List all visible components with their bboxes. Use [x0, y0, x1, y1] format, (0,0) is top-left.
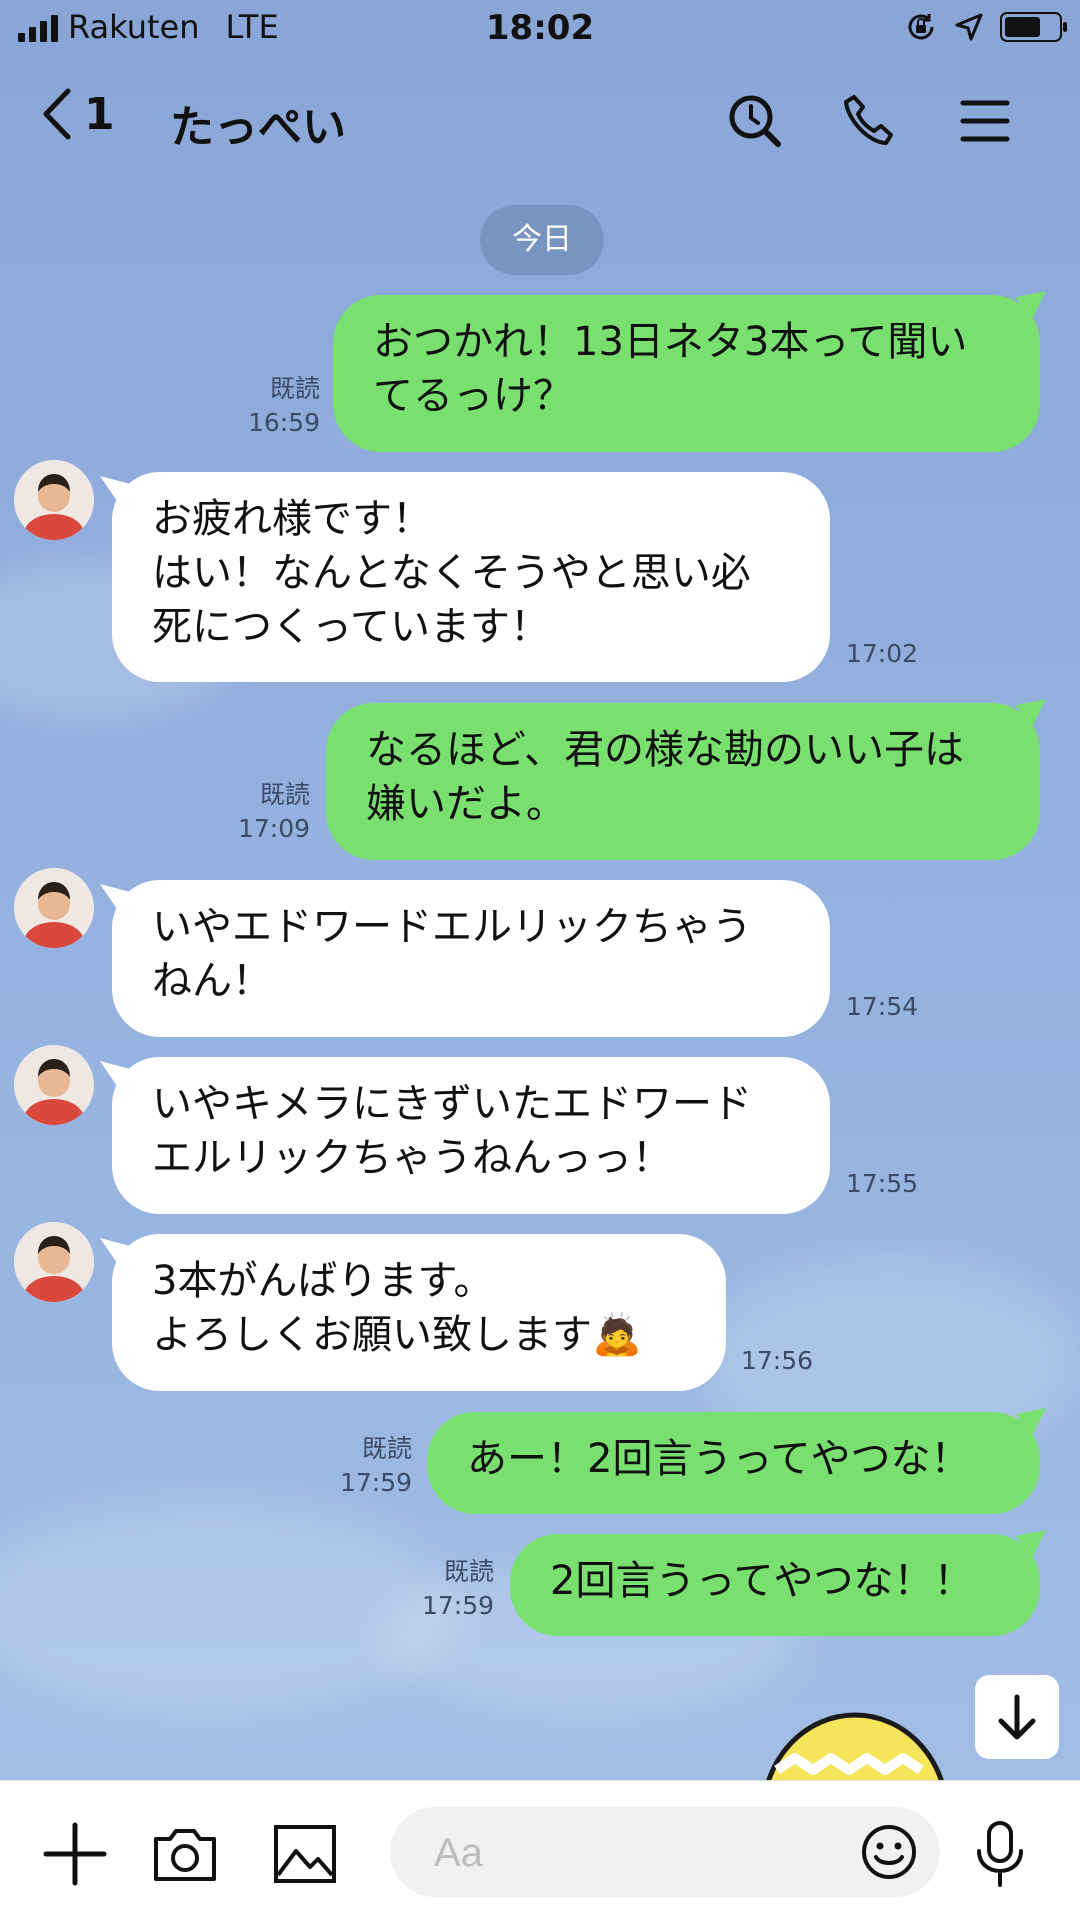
- avatar[interactable]: [14, 868, 94, 948]
- avatar-image: [14, 1045, 94, 1125]
- message-bubble-outgoing[interactable]: なるほど、君の様な勘のいい子は 嫌いだよ。: [326, 703, 1040, 860]
- message-bubble-incoming[interactable]: いやキメラにきずいたエドワード エルリックちゃうねんっっ！: [112, 1057, 830, 1214]
- message-time: 16:59: [247, 408, 320, 437]
- avatar[interactable]: [14, 460, 94, 540]
- message-time: 17:02: [846, 639, 919, 668]
- message-meta: 既読 17:59: [394, 1555, 494, 1623]
- arrow-down-icon: [998, 1694, 1036, 1740]
- avatar-image: [14, 460, 94, 540]
- rotation-lock-icon: [908, 14, 934, 40]
- message-bubble-outgoing[interactable]: 2回言うってやつな！！: [510, 1534, 1040, 1636]
- message-bubble-incoming[interactable]: 3本がんばります。 よろしくお願い致します🙇: [112, 1234, 726, 1391]
- image-icon[interactable]: [270, 1819, 340, 1889]
- emoji-icon[interactable]: [860, 1823, 918, 1881]
- chat-title: たっぺい: [170, 102, 346, 153]
- read-receipt: 既読: [361, 1434, 412, 1463]
- message-time: 17:59: [421, 1591, 494, 1620]
- phone-icon[interactable]: [840, 91, 900, 151]
- read-receipt: 既読: [269, 374, 320, 403]
- message-bubble-incoming[interactable]: いやエドワードエルリックちゃう ねん！: [112, 880, 830, 1037]
- message-meta: 既読 16:59: [220, 372, 320, 440]
- message-text-box[interactable]: [390, 1807, 940, 1897]
- read-receipt: 既読: [443, 1557, 494, 1586]
- message-bubble-outgoing[interactable]: あー！2回言うってやつな！: [427, 1412, 1040, 1514]
- unread-count: 1: [84, 88, 115, 140]
- message-bubble-incoming[interactable]: お疲れ様です！ はい！なんとなくそうやと思い必 死につくっています！: [112, 472, 830, 682]
- search-icon[interactable]: [725, 91, 785, 151]
- chat-header: 1 たっぺい: [0, 65, 1080, 175]
- microphone-icon[interactable]: [965, 1819, 1035, 1889]
- chat-screen: Rakuten LTE 18:02 1 たっぺい 今日 既読 16:59 おつか…: [0, 0, 1080, 1920]
- message-bubble-outgoing[interactable]: おつかれ！13日ネタ3本って聞い てるっけ？: [333, 295, 1040, 452]
- plus-icon[interactable]: [40, 1819, 110, 1889]
- scroll-to-bottom-button[interactable]: [975, 1675, 1059, 1759]
- avatar-image: [14, 868, 94, 948]
- back-button[interactable]: 1: [40, 87, 115, 141]
- status-bar: Rakuten LTE 18:02: [0, 0, 1080, 60]
- avatar-image: [14, 1222, 94, 1302]
- message-meta: 既読 17:09: [210, 778, 310, 846]
- avatar[interactable]: [14, 1045, 94, 1125]
- date-divider: 今日: [480, 205, 604, 275]
- message-time: 17:56: [741, 1346, 814, 1375]
- cloud-decoration: [0, 1500, 460, 1720]
- location-arrow-icon: [955, 13, 983, 41]
- camera-icon[interactable]: [150, 1819, 220, 1889]
- battery-icon: [1000, 12, 1067, 42]
- message-time: 17:55: [846, 1169, 919, 1198]
- message-time: 17:09: [237, 814, 310, 843]
- read-receipt: 既読: [259, 780, 310, 809]
- message-meta: 既読 17:59: [312, 1432, 412, 1500]
- message-time: 17:54: [846, 992, 919, 1021]
- avatar[interactable]: [14, 1222, 94, 1302]
- message-time: 17:59: [339, 1468, 412, 1497]
- status-icons: [904, 10, 1067, 44]
- menu-icon[interactable]: [955, 91, 1015, 151]
- message-input-bar: [0, 1780, 1080, 1920]
- chevron-left-icon: [43, 88, 71, 140]
- message-input[interactable]: [432, 1825, 836, 1881]
